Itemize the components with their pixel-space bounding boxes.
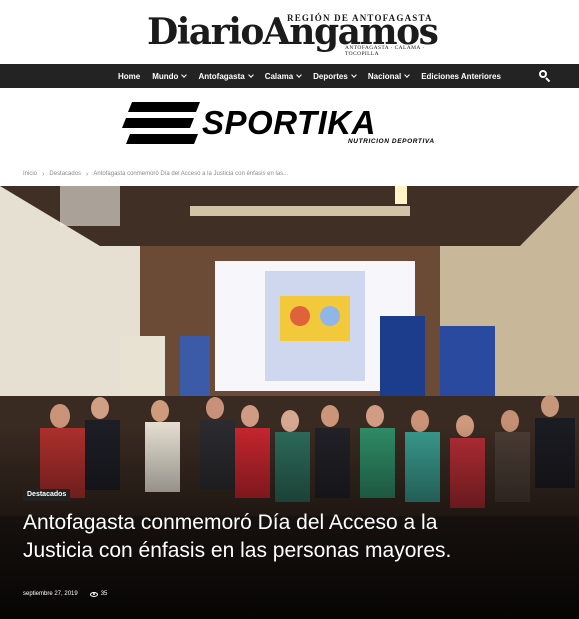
sportika-ad-logo[interactable]: SPORTIKA NUTRICION DEPORTIVA: [122, 100, 462, 150]
nav-item-mundo[interactable]: Mundo: [152, 71, 188, 81]
nav-label: Ediciones Anteriores: [421, 71, 501, 81]
chevron-right-icon: ›: [42, 170, 45, 178]
view-count: 35: [89, 591, 108, 597]
chevron-down-icon: [296, 72, 302, 78]
view-count-value: 35: [100, 591, 108, 597]
chevron-down-icon: [404, 72, 411, 78]
nav-label: Calama: [264, 71, 294, 81]
breadcrumb-home[interactable]: Inicio: [23, 171, 37, 177]
article-date: septiembre 27, 2019: [23, 591, 78, 597]
hero-article[interactable]: Destacados Antofagasta conmemoró Día del…: [0, 186, 579, 619]
logo-region: REGIÓN DE ANTOFAGASTA: [287, 13, 433, 23]
nav-item-home[interactable]: Home: [118, 72, 140, 81]
nav-label: Mundo: [152, 71, 179, 81]
ad-tagline: NUTRICION DEPORTIVA: [348, 138, 435, 145]
search-icon[interactable]: [539, 70, 551, 83]
category-tag[interactable]: Destacados: [23, 489, 71, 501]
breadcrumb-category[interactable]: Destacados: [49, 171, 81, 177]
article-meta: septiembre 27, 2019 35: [23, 591, 107, 597]
nav-item-deportes[interactable]: Deportes: [313, 71, 357, 81]
ad-brand: SPORTIKA: [202, 104, 376, 141]
chevron-down-icon: [351, 72, 357, 78]
main-navbar: Home Mundo Antofagasta Calama Deportes N…: [0, 64, 579, 88]
logo-cities: ANTOFAGASTA · CALAMA · TOCOPILLA: [345, 45, 425, 57]
sportika-mark-icon: [122, 102, 200, 144]
nav-label: Antofagasta: [198, 71, 245, 81]
nav-item-nacional[interactable]: Nacional: [367, 71, 411, 81]
breadcrumb: Inicio › Destacados › Antofagasta conmem…: [0, 162, 579, 186]
chevron-down-icon: [181, 72, 188, 78]
chevron-right-icon: ›: [86, 170, 89, 178]
nav-label: Nacional: [367, 71, 402, 81]
site-header: DiarioAngamos REGIÓN DE ANTOFAGASTA ANTO…: [0, 0, 579, 64]
nav-list: Home Mundo Antofagasta Calama Deportes N…: [118, 64, 513, 88]
site-logo[interactable]: DiarioAngamos REGIÓN DE ANTOFAGASTA ANTO…: [147, 10, 439, 57]
nav-item-antofagasta[interactable]: Antofagasta: [198, 71, 254, 81]
eye-icon: [89, 591, 98, 597]
nav-item-ediciones-anteriores[interactable]: Ediciones Anteriores: [421, 72, 501, 81]
article-title[interactable]: Antofagasta conmemoró Día del Acceso a l…: [23, 509, 453, 565]
nav-label: Deportes: [313, 71, 348, 81]
nav-label: Home: [118, 71, 141, 81]
nav-item-calama[interactable]: Calama: [264, 71, 302, 81]
chevron-down-icon: [247, 72, 254, 78]
breadcrumb-current: Antofagasta conmemoró Día del Acceso a l…: [93, 171, 289, 177]
